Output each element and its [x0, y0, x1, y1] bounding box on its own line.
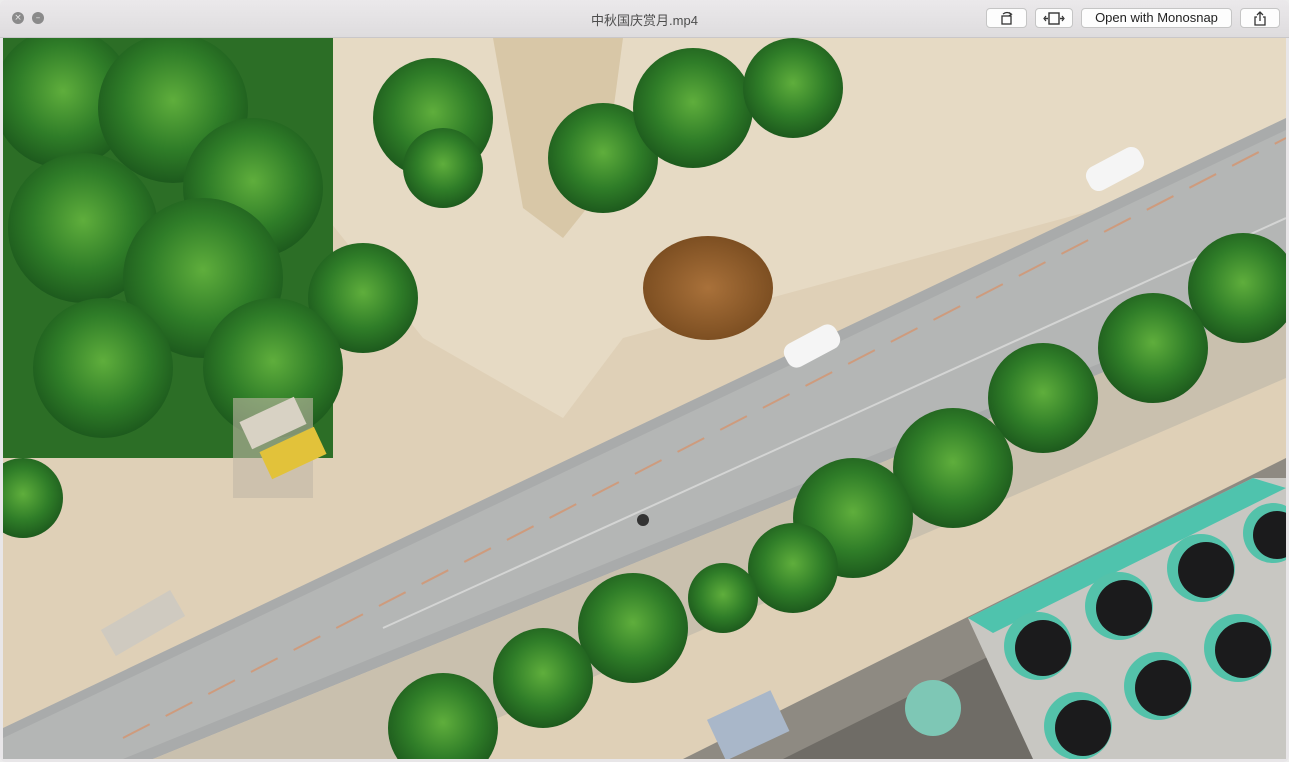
rotate-icon [1000, 11, 1013, 25]
video-frame[interactable] [3, 38, 1286, 759]
aerial-video-image [3, 38, 1286, 759]
share-button[interactable] [1240, 8, 1280, 28]
share-icon [1254, 11, 1266, 26]
quicklook-window: × – 中秋国庆赏月.mp4 Open with Monosnap [0, 0, 1289, 762]
trim-icon [1043, 12, 1065, 25]
trim-button[interactable] [1035, 8, 1073, 28]
rotate-button[interactable] [986, 8, 1027, 28]
title-bar: × – 中秋国庆赏月.mp4 Open with Monosnap [0, 0, 1289, 38]
open-with-monosnap-button[interactable]: Open with Monosnap [1081, 8, 1232, 28]
